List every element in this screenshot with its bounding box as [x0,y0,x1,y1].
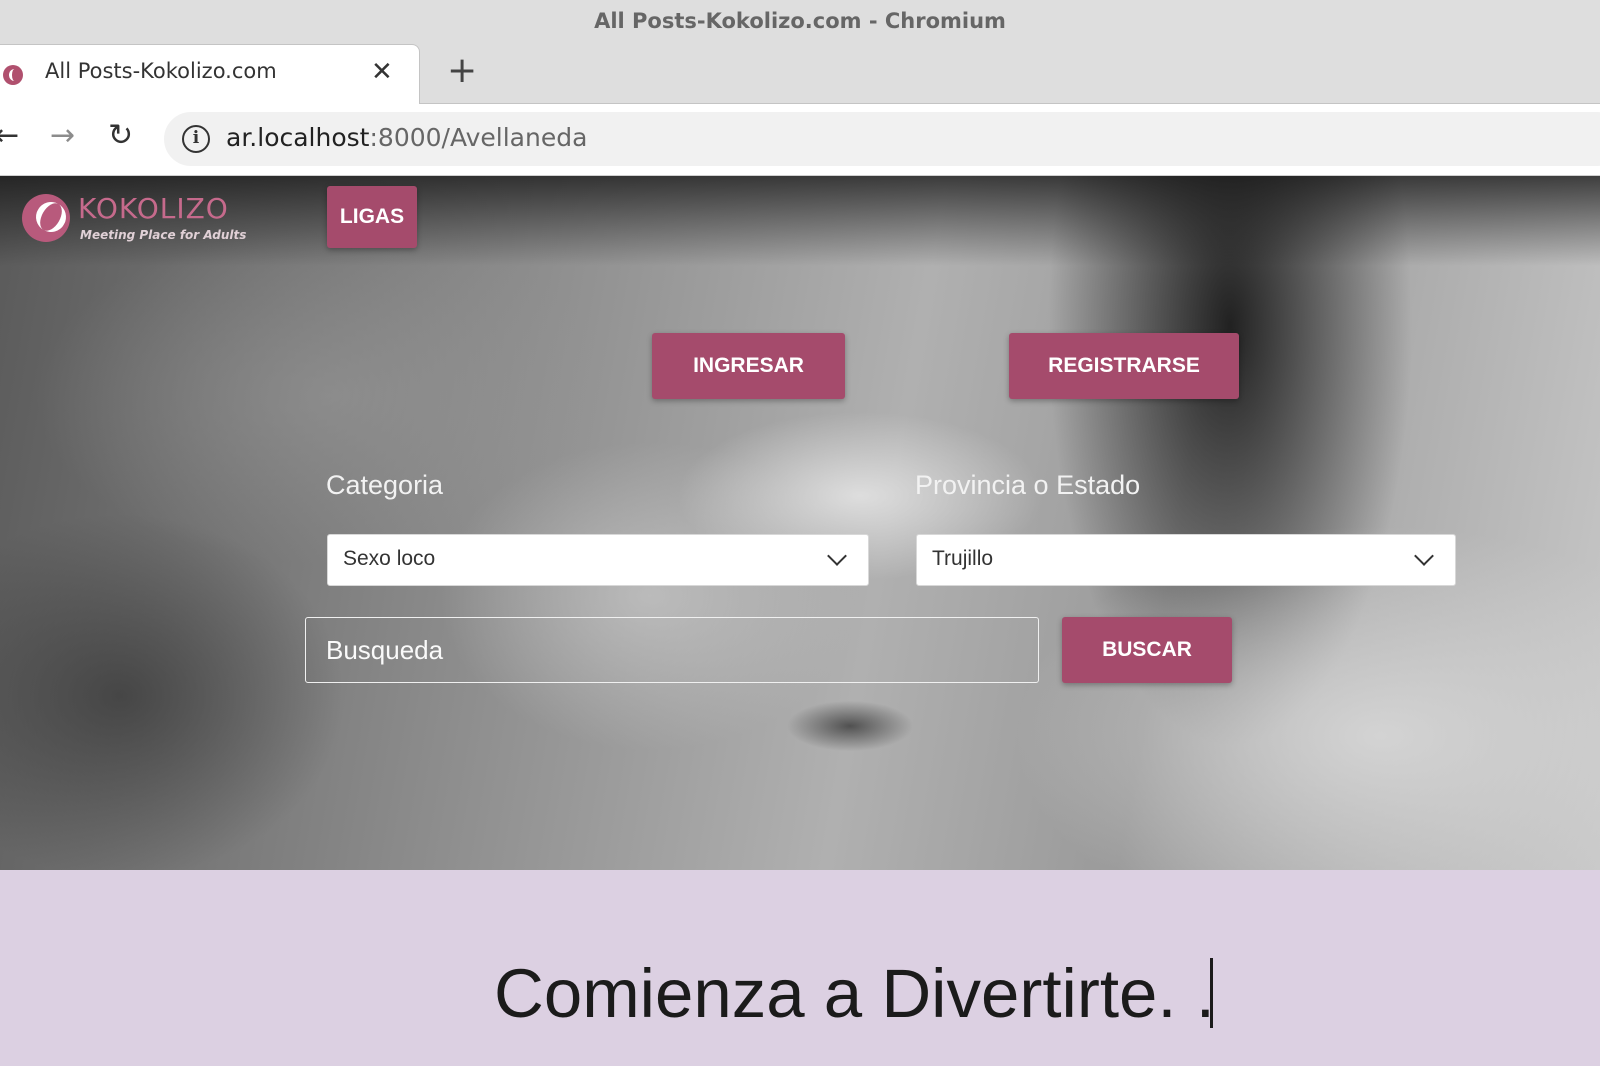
ingresar-button[interactable]: INGRESAR [652,333,845,399]
logo-name: KOKOLIZO [78,192,229,225]
forward-arrow-icon[interactable]: → [50,118,75,153]
logo-mark-icon [22,194,70,242]
url-path: :8000/Avellaneda [369,123,588,152]
browser-toolbar: ← → ↻ i ar.localhost:8000/Avellaneda [0,104,1600,176]
logo-tagline: Meeting Place for Adults [80,228,247,242]
new-tab-icon[interactable]: + [447,50,477,91]
url-host: ar.localhost [226,123,370,152]
tab-strip: All Posts-Kokolizo.com ✕ + [0,44,1600,105]
tagline: Comienza a Divertirte. . [494,955,1215,1032]
back-arrow-icon[interactable]: ← [0,118,19,153]
footer-band: Comienza a Divertirte. . [0,870,1600,1066]
reload-icon[interactable]: ↻ [108,118,133,153]
text-caret [1210,958,1213,1028]
chevron-down-icon [827,546,847,566]
site-logo[interactable]: KOKOLIZO Meeting Place for Adults [22,192,262,248]
provincia-value: Trujillo [932,547,994,570]
address-bar[interactable]: i ar.localhost:8000/Avellaneda [164,112,1600,166]
favicon-icon [3,65,23,85]
tab-all-posts[interactable]: All Posts-Kokolizo.com ✕ [0,44,420,105]
chevron-down-icon [1414,546,1434,566]
tab-title: All Posts-Kokolizo.com [45,59,277,83]
ligas-button[interactable]: LIGAS [327,186,417,248]
hero-section: KOKOLIZO Meeting Place for Adults LIGAS … [0,176,1600,870]
categoria-label: Categoria [326,470,444,500]
info-icon[interactable]: i [182,125,210,153]
registrarse-button[interactable]: REGISTRARSE [1009,333,1239,399]
provincia-label: Provincia o Estado [915,470,1141,500]
url-text[interactable]: ar.localhost:8000/Avellaneda [226,123,587,152]
provincia-select[interactable]: Trujillo [916,534,1456,586]
search-input[interactable] [305,617,1039,683]
buscar-button[interactable]: BUSCAR [1062,617,1232,683]
window-title: All Posts-Kokolizo.com - Chromium [0,0,1600,44]
categoria-value: Sexo loco [343,547,436,570]
categoria-select[interactable]: Sexo loco [327,534,869,586]
close-icon[interactable]: ✕ [371,57,393,87]
